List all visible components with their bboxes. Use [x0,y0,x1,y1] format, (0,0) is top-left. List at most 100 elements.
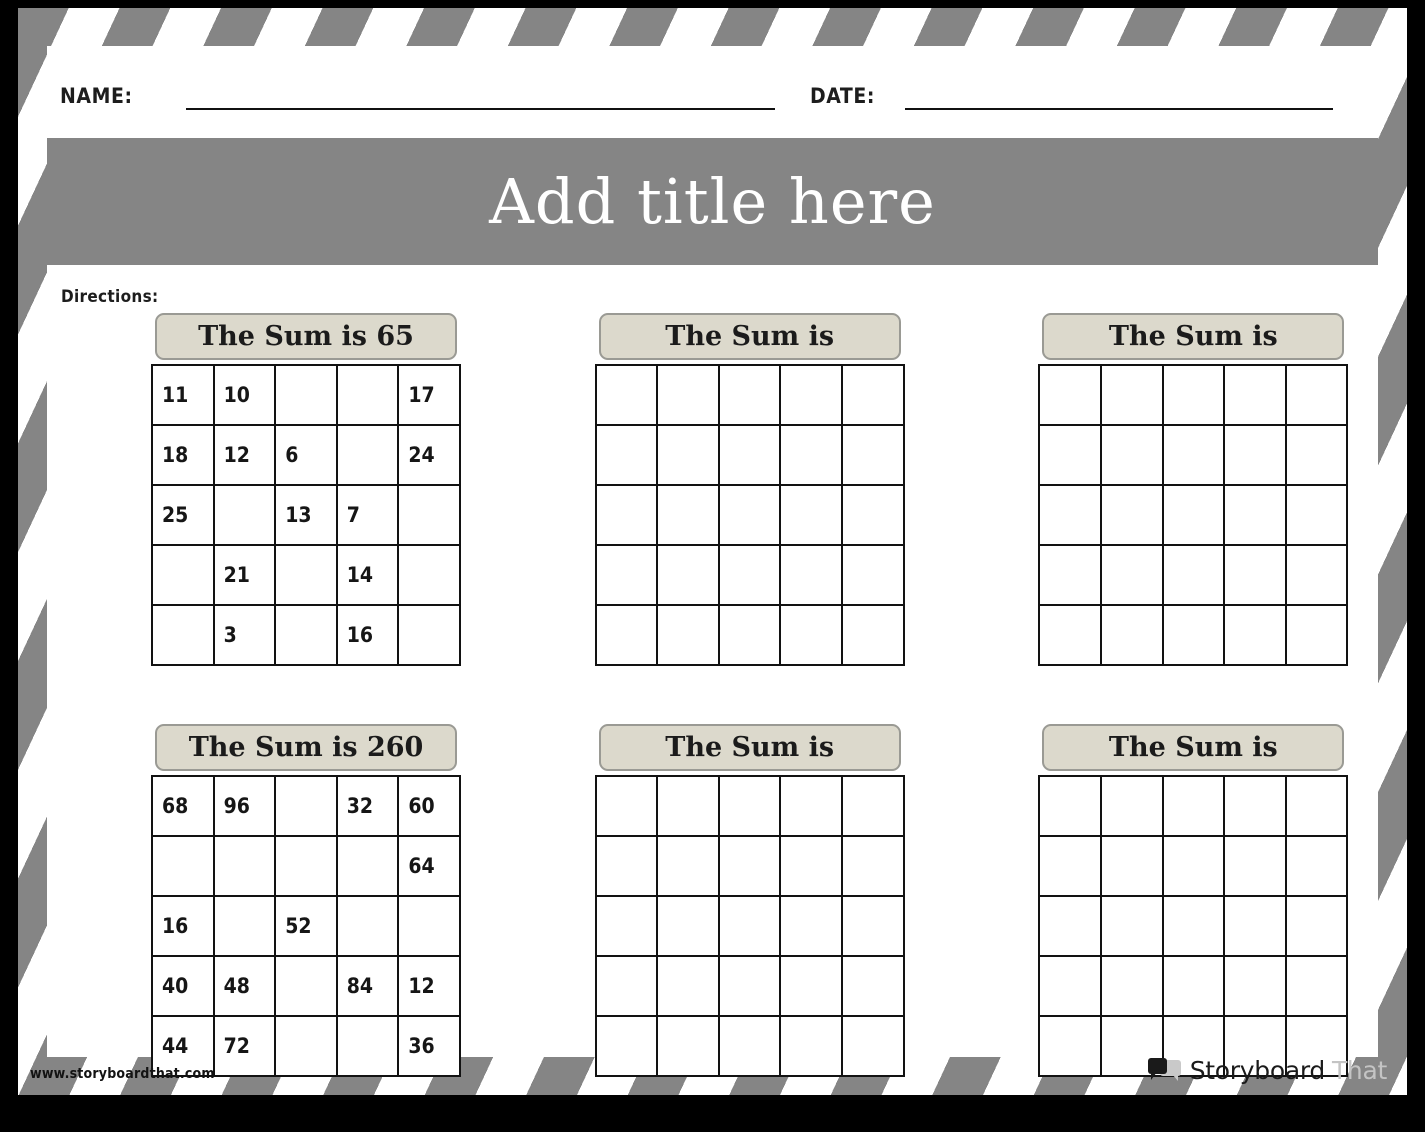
grid-cell-filled[interactable]: 52 [274,895,338,957]
grid-cell-empty[interactable] [397,544,461,606]
grid-cell-empty[interactable] [335,835,400,897]
grid-cell-empty[interactable] [841,544,905,606]
grid-cell-empty[interactable] [1038,484,1102,546]
grid-cell-empty[interactable] [1223,544,1287,606]
grid-cell-empty[interactable] [656,364,720,426]
grid-cell-empty[interactable] [212,484,277,546]
grid-cell-filled[interactable]: 13 [274,484,338,546]
grid-cell-empty[interactable] [1099,484,1164,546]
grid-cell-empty[interactable] [1223,955,1287,1017]
grid-cell-filled[interactable]: 16 [335,604,400,666]
grid-cell-empty[interactable] [1284,544,1349,606]
grid-cell-empty[interactable] [594,424,659,486]
grid-cell-filled[interactable]: 17 [397,364,461,426]
grid-cell-filled[interactable]: 64 [397,835,461,897]
grid-cell-empty[interactable] [656,895,720,957]
grid-cell-empty[interactable] [1038,364,1102,426]
grid-cell-empty[interactable] [274,604,338,666]
footer-url[interactable]: www.storyboardthat.com [30,1066,215,1082]
grid-cell-empty[interactable] [841,895,905,957]
grid-cell-empty[interactable] [1284,424,1349,486]
grid-cell-empty[interactable] [841,955,905,1017]
grid-cell-filled[interactable]: 96 [212,775,277,837]
grid-cell-empty[interactable] [1284,775,1349,837]
grid-cell-filled[interactable]: 6 [274,424,338,486]
grid-cell-empty[interactable] [274,955,338,1017]
grid-cell-empty[interactable] [1038,604,1102,666]
grid-cell-filled[interactable]: 48 [212,955,277,1017]
grid-cell-empty[interactable] [717,955,782,1017]
grid-cell-empty[interactable] [1038,775,1102,837]
grid-cell-empty[interactable] [1038,424,1102,486]
grid-cell-empty[interactable] [717,364,782,426]
grid-cell-empty[interactable] [1099,835,1164,897]
grid-cell-empty[interactable] [594,544,659,606]
sum-label-pill[interactable]: The Sum is [598,724,901,771]
grid-cell-empty[interactable] [841,604,905,666]
grid-cell-filled[interactable]: 12 [212,424,277,486]
grid-cell-empty[interactable] [1223,424,1287,486]
grid-cell-filled[interactable]: 24 [397,424,461,486]
grid-cell-empty[interactable] [274,544,338,606]
grid-cell-empty[interactable] [335,895,400,957]
grid-cell-empty[interactable] [1099,544,1164,606]
grid-cell-empty[interactable] [779,544,844,606]
sum-label-pill[interactable]: The Sum is 260 [155,724,457,771]
grid-cell-empty[interactable] [717,775,782,837]
grid-cell-empty[interactable] [1099,364,1164,426]
grid-cell-empty[interactable] [779,604,844,666]
grid-cell-empty[interactable] [335,1015,400,1077]
grid-cell-empty[interactable] [1099,955,1164,1017]
grid-cell-empty[interactable] [779,955,844,1017]
grid-cell-empty[interactable] [1284,364,1349,426]
grid-cell-empty[interactable] [1284,955,1349,1017]
name-input-line[interactable] [186,108,775,110]
grid-cell-filled[interactable]: 14 [335,544,400,606]
grid-cell-empty[interactable] [274,364,338,426]
grid-cell-empty[interactable] [212,895,277,957]
grid-cell-filled[interactable]: 10 [212,364,277,426]
grid-cell-empty[interactable] [594,604,659,666]
grid-cell-filled[interactable]: 7 [335,484,400,546]
grid-cell-empty[interactable] [1223,364,1287,426]
sum-label-pill[interactable]: The Sum is [1042,313,1345,360]
grid-cell-filled[interactable]: 16 [151,895,215,957]
grid-cell-empty[interactable] [1161,835,1226,897]
grid-cell-empty[interactable] [717,1015,782,1077]
page-title[interactable]: Add title here [489,170,936,233]
grid-cell-empty[interactable] [1223,484,1287,546]
grid-cell-empty[interactable] [397,484,461,546]
grid-cell-empty[interactable] [335,364,400,426]
grid-cell-filled[interactable]: 21 [212,544,277,606]
grid-cell-empty[interactable] [274,1015,338,1077]
grid-cell-empty[interactable] [717,424,782,486]
sum-label-pill[interactable]: The Sum is [1042,724,1345,771]
grid-cell-empty[interactable] [717,835,782,897]
grid-cell-filled[interactable]: 18 [151,424,215,486]
grid-cell-empty[interactable] [779,895,844,957]
grid-cell-filled[interactable]: 72 [212,1015,277,1077]
grid-cell-empty[interactable] [656,835,720,897]
grid-cell-empty[interactable] [594,484,659,546]
grid-cell-empty[interactable] [594,364,659,426]
grid-cell-empty[interactable] [717,544,782,606]
grid-cell-empty[interactable] [397,604,461,666]
grid-cell-empty[interactable] [1161,895,1226,957]
grid-cell-empty[interactable] [841,364,905,426]
grid-cell-empty[interactable] [779,484,844,546]
grid-cell-empty[interactable] [841,1015,905,1077]
date-input-line[interactable] [905,108,1333,110]
grid-cell-empty[interactable] [594,775,659,837]
grid-cell-empty[interactable] [1099,775,1164,837]
grid-cell-empty[interactable] [594,1015,659,1077]
grid-cell-empty[interactable] [1099,424,1164,486]
sum-label-pill[interactable]: The Sum is [598,313,901,360]
grid-cell-empty[interactable] [1284,484,1349,546]
grid-cell-empty[interactable] [779,424,844,486]
grid-cell-empty[interactable] [656,484,720,546]
grid-cell-filled[interactable]: 68 [151,775,215,837]
sum-label-pill[interactable]: The Sum is 65 [155,313,457,360]
grid-cell-empty[interactable] [1038,955,1102,1017]
grid-cell-empty[interactable] [717,895,782,957]
grid-cell-empty[interactable] [779,1015,844,1077]
